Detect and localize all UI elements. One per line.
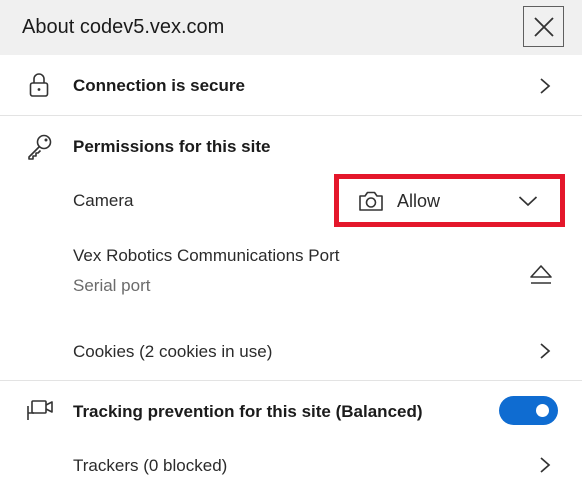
camera-icon (359, 191, 383, 211)
camera-permission-select[interactable]: Allow (342, 180, 556, 221)
chevron-right-icon (540, 78, 551, 94)
serial-device-name: Vex Robotics Communications Port (73, 246, 340, 265)
key-icon (28, 134, 52, 160)
chevron-right-icon (540, 343, 551, 359)
camera-label: Camera (73, 191, 134, 210)
tracking-camera-icon (27, 400, 53, 420)
cookies-label: Cookies (2 cookies in use) (73, 342, 273, 361)
chevron-down-icon (518, 196, 538, 207)
chevron-right-icon (540, 457, 551, 473)
tracking-label: Tracking prevention for this site (Balan… (73, 402, 423, 421)
tracking-toggle[interactable] (499, 396, 558, 425)
permissions-heading: Permissions for this site (73, 137, 271, 156)
divider (0, 380, 582, 381)
dialog-title: About codev5.vex.com (22, 16, 225, 38)
trackers-label: Trackers (0 blocked) (73, 456, 228, 475)
eject-icon[interactable] (529, 264, 553, 286)
toggle-knob (536, 404, 549, 417)
divider (0, 115, 582, 116)
close-button[interactable] (523, 6, 564, 47)
camera-select-value: Allow (397, 191, 441, 211)
connection-label: Connection is secure (73, 76, 245, 95)
serial-device-type: Serial port (73, 276, 151, 295)
close-icon (533, 16, 554, 37)
lock-icon (29, 73, 49, 97)
dialog-header: About codev5.vex.com (0, 0, 582, 55)
